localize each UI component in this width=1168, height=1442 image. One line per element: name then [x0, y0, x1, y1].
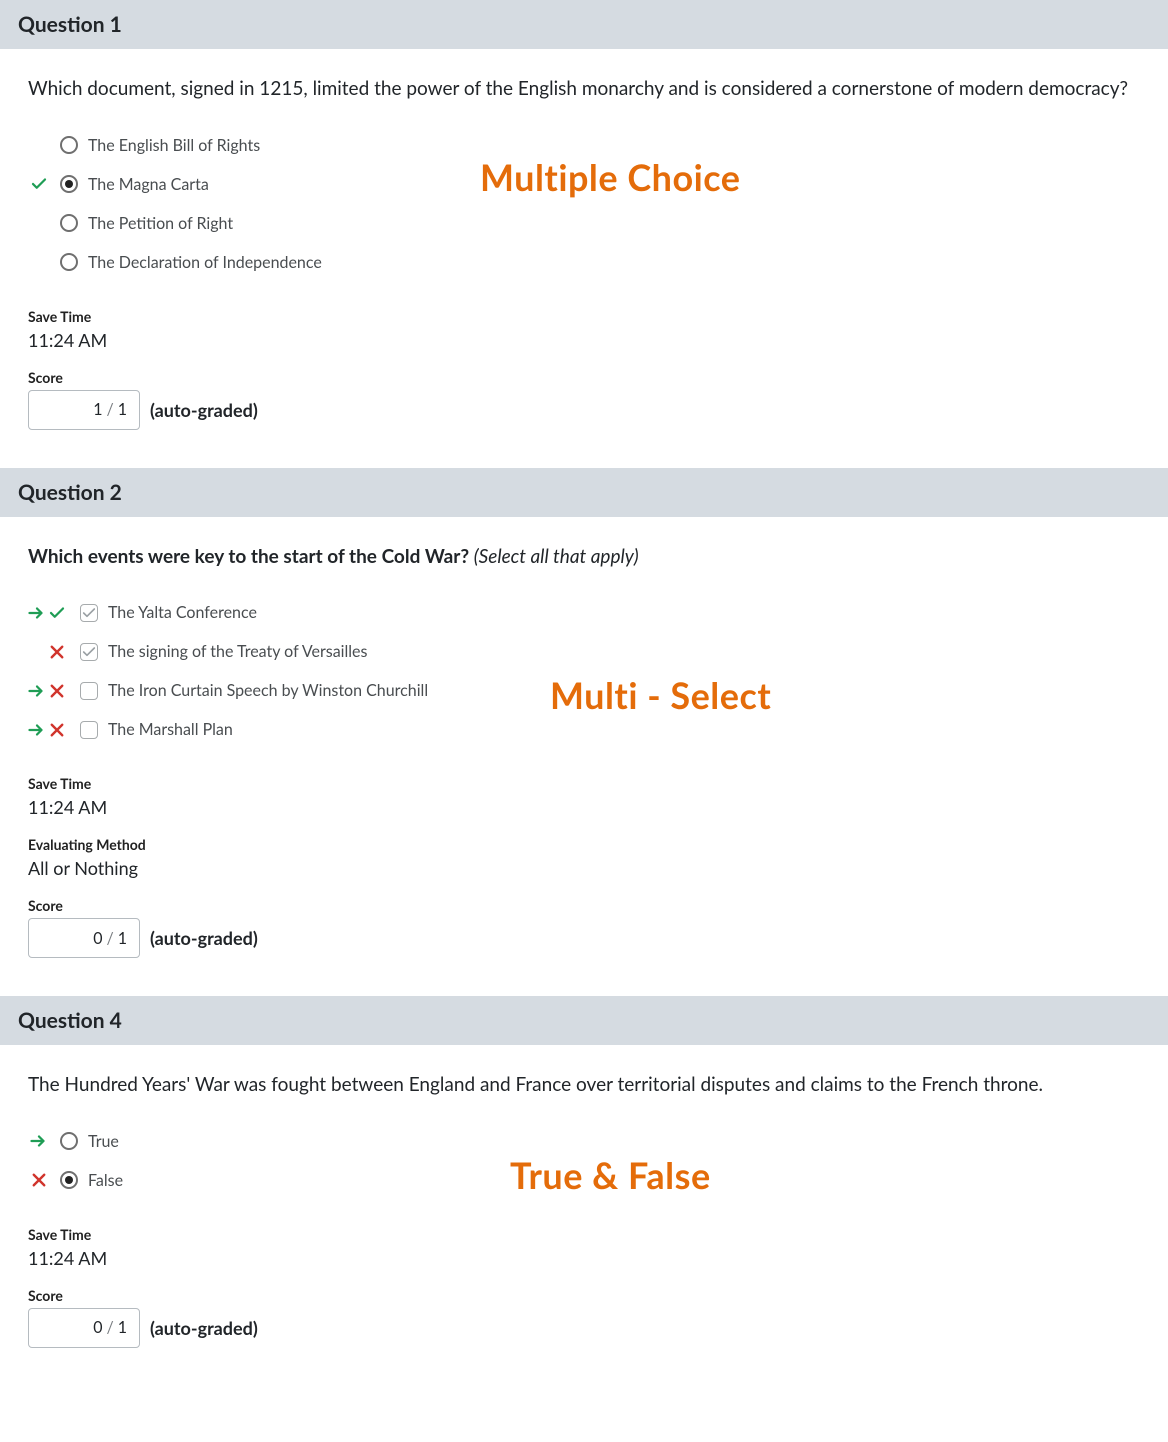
- question-body: Which events were key to the start of th…: [0, 517, 1168, 983]
- option-row: The Marshall Plan: [28, 710, 1140, 749]
- option-label: The signing of the Treaty of Versailles: [108, 642, 367, 661]
- result-marks: [28, 721, 70, 739]
- question-header: Question 2: [0, 468, 1168, 517]
- options-list: The English Bill of Rights The Magna Cart…: [28, 126, 1140, 282]
- radio-button[interactable]: [60, 136, 78, 154]
- option-label: The Marshall Plan: [108, 720, 233, 739]
- radio-button[interactable]: [60, 1132, 78, 1150]
- radio-button[interactable]: [60, 214, 78, 232]
- radio-button[interactable]: [60, 253, 78, 271]
- eval-method-value: All or Nothing: [28, 857, 1140, 879]
- options-list: The Yalta Conference The signing of the T…: [28, 593, 1140, 749]
- score-earned: 0: [93, 1318, 102, 1337]
- question-header: Question 1: [0, 0, 1168, 49]
- prompt-text: Which events were key to the start of th…: [28, 545, 474, 568]
- score-row: Score 0 / 1 (auto-graded): [28, 897, 1140, 958]
- question-body: Which document, signed in 1215, limited …: [0, 49, 1168, 454]
- option-label: The Declaration of Independence: [88, 253, 322, 272]
- score-max: 1: [118, 929, 127, 948]
- score-input[interactable]: 0 / 1: [28, 1308, 140, 1348]
- autograded-label: (auto-graded): [150, 1317, 258, 1339]
- score-slash: /: [106, 1318, 113, 1337]
- save-time-row: Save Time 11:24 AM: [28, 775, 1140, 818]
- option-label: True: [88, 1132, 119, 1151]
- option-row: The Iron Curtain Speech by Winston Churc…: [28, 671, 1140, 710]
- eval-method-label: Evaluating Method: [28, 836, 1140, 853]
- score-earned: 0: [93, 929, 102, 948]
- x-icon: [28, 1171, 50, 1189]
- option-row: The Yalta Conference: [28, 593, 1140, 632]
- autograded-label: (auto-graded): [150, 927, 258, 949]
- question-body: The Hundred Years' War was fought betwee…: [0, 1045, 1168, 1372]
- result-marks: [28, 604, 70, 622]
- question-4: Question 4 The Hundred Years' War was fo…: [0, 996, 1168, 1372]
- autograded-label: (auto-graded): [150, 399, 258, 421]
- options-list: True False: [28, 1122, 1140, 1200]
- score-max: 1: [118, 400, 127, 419]
- question-prompt: The Hundred Years' War was fought betwee…: [28, 1071, 1140, 1100]
- save-time-label: Save Time: [28, 308, 1140, 325]
- option-row: The Petition of Right: [28, 204, 1140, 243]
- save-time-label: Save Time: [28, 1226, 1140, 1243]
- x-icon: [48, 643, 66, 661]
- option-row: False: [28, 1161, 1140, 1200]
- score-row: Score 1 / 1 (auto-graded): [28, 369, 1140, 430]
- question-2: Question 2 Which events were key to the …: [0, 468, 1168, 983]
- option-row: True: [28, 1122, 1140, 1161]
- score-input[interactable]: 0 / 1: [28, 918, 140, 958]
- question-1: Question 1 Which document, signed in 121…: [0, 0, 1168, 454]
- save-time-value: 11:24 AM: [28, 1247, 1140, 1269]
- option-row: The signing of the Treaty of Versailles: [28, 632, 1140, 671]
- score-row: Score 0 / 1 (auto-graded): [28, 1287, 1140, 1348]
- arrow-right-icon: [28, 723, 46, 737]
- eval-method-row: Evaluating Method All or Nothing: [28, 836, 1140, 879]
- checkbox[interactable]: [80, 721, 98, 739]
- save-time-row: Save Time 11:24 AM: [28, 1226, 1140, 1269]
- option-label: The English Bill of Rights: [88, 136, 260, 155]
- radio-button[interactable]: [60, 1171, 78, 1189]
- arrow-right-icon: [28, 606, 46, 620]
- x-icon: [48, 682, 66, 700]
- save-time-label: Save Time: [28, 775, 1140, 792]
- option-label: False: [88, 1171, 123, 1190]
- option-label: The Petition of Right: [88, 214, 233, 233]
- check-icon: [48, 604, 66, 622]
- option-label: The Magna Carta: [88, 175, 209, 194]
- save-time-value: 11:24 AM: [28, 329, 1140, 351]
- result-marks: [28, 643, 70, 661]
- question-prompt: Which document, signed in 1215, limited …: [28, 75, 1140, 104]
- radio-button[interactable]: [60, 175, 78, 193]
- score-label: Score: [28, 369, 1140, 386]
- option-label: The Yalta Conference: [108, 603, 257, 622]
- score-label: Score: [28, 897, 1140, 914]
- score-input[interactable]: 1 / 1: [28, 390, 140, 430]
- option-row: The Magna Carta: [28, 165, 1140, 204]
- question-header: Question 4: [0, 996, 1168, 1045]
- score-slash: /: [106, 929, 113, 948]
- question-prompt: Which events were key to the start of th…: [28, 543, 1140, 572]
- option-row: The English Bill of Rights: [28, 126, 1140, 165]
- score-earned: 1: [93, 400, 102, 419]
- save-time-value: 11:24 AM: [28, 796, 1140, 818]
- checkbox[interactable]: [80, 682, 98, 700]
- score-max: 1: [118, 1318, 127, 1337]
- checkbox[interactable]: [80, 604, 98, 622]
- option-row: The Declaration of Independence: [28, 243, 1140, 282]
- x-icon: [48, 721, 66, 739]
- prompt-hint: (Select all that apply): [474, 545, 639, 568]
- arrow-right-icon: [28, 684, 46, 698]
- arrow-right-icon: [28, 1134, 50, 1148]
- check-icon: [28, 175, 50, 193]
- score-slash: /: [106, 400, 113, 419]
- score-label: Score: [28, 1287, 1140, 1304]
- result-marks: [28, 682, 70, 700]
- option-label: The Iron Curtain Speech by Winston Churc…: [108, 681, 428, 700]
- save-time-row: Save Time 11:24 AM: [28, 308, 1140, 351]
- checkbox[interactable]: [80, 643, 98, 661]
